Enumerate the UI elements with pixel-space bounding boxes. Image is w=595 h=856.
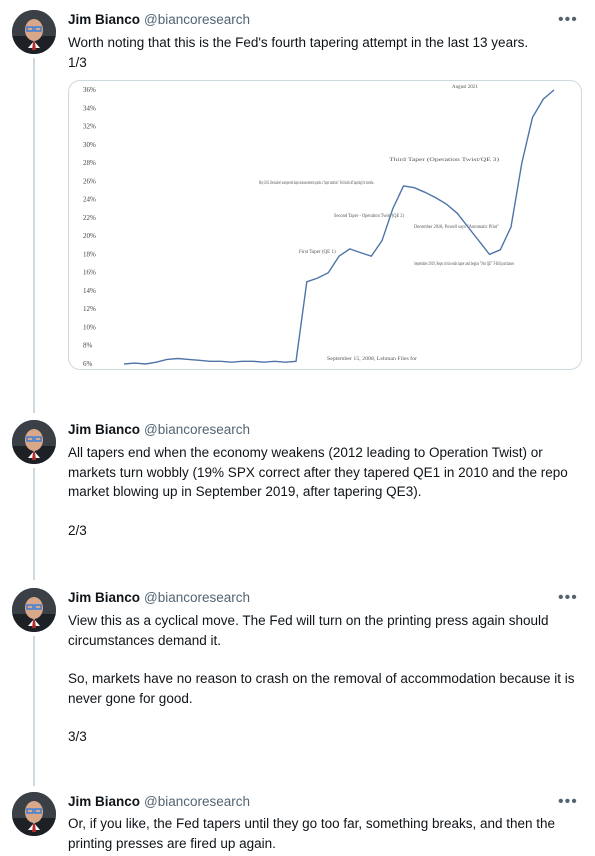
avatar-image (12, 792, 56, 836)
y-tick-label: 28% (83, 159, 96, 167)
y-tick-label: 34% (83, 104, 96, 112)
avatar-image (12, 10, 56, 54)
annotation-taper-tantrum: May 2013, Bernanke's unexpected taper an… (259, 181, 374, 186)
author-handle[interactable]: @biancoresearch (144, 590, 250, 605)
thread-count: 2/3 (68, 522, 87, 538)
more-icon[interactable]: ••• (558, 590, 578, 606)
tweet-header: Jim Bianco @biancoresearch (68, 422, 250, 437)
y-tick-label: 16% (83, 269, 96, 277)
annotation-powell: December 2018, Powell says "Automatic Pi… (414, 225, 499, 230)
annotation-august-2021: August 2021 (452, 85, 478, 90)
author-handle[interactable]: @biancoresearch (144, 12, 250, 27)
avatar[interactable] (12, 10, 56, 54)
thread-line (33, 468, 35, 580)
author-name[interactable]: Jim Bianco (68, 422, 140, 437)
y-tick-label: 22% (83, 214, 96, 222)
thread-count: 1/3 (68, 54, 87, 70)
y-tick-label: 26% (83, 177, 96, 185)
author-name[interactable]: Jim Bianco (68, 794, 140, 809)
tweet-text-line: All tapers end when the economy weakens … (68, 445, 568, 499)
avatar-image (12, 588, 56, 632)
author-name[interactable]: Jim Bianco (68, 12, 140, 27)
y-tick-label: 20% (83, 232, 96, 240)
chart-svg: 6% 8% 10% 12% 14% 16% 18% 20% 22% 24% 26% 28% 30% 32%… (83, 85, 555, 368)
tweet-header: Jim Bianco @biancoresearch (68, 590, 250, 605)
y-tick-label: 10% (83, 323, 96, 331)
more-icon[interactable]: ••• (558, 794, 578, 810)
thread-line (33, 636, 35, 786)
thread-line (33, 58, 35, 413)
tweet-header: Jim Bianco @biancoresearch (68, 12, 250, 27)
y-tick-label: 14% (83, 287, 96, 295)
tweet-text: All tapers end when the economy weakens … (68, 443, 583, 540)
y-tick-label: 18% (83, 250, 96, 258)
author-name[interactable]: Jim Bianco (68, 590, 140, 605)
tweet-text: Or, if you like, the Fed tapers until th… (68, 814, 583, 853)
annotation-second-taper: Second Taper - Operation Twist (QE 2) (334, 214, 404, 219)
y-tick-label: 6% (83, 360, 93, 368)
y-tick-label: 24% (83, 196, 96, 204)
y-tick-label: 12% (83, 305, 96, 313)
avatar[interactable] (12, 420, 56, 464)
thread-count: 3/3 (68, 729, 87, 744)
annotation-repo-crisis: September 2019, Repo crisis ends taper a… (414, 262, 514, 267)
avatar[interactable] (12, 588, 56, 632)
tweet-text-line: Or, if you like, the Fed tapers until th… (68, 816, 556, 851)
annotation-lehman: September 15, 2008, Lehman Files for (327, 357, 417, 362)
tweet-header: Jim Bianco @biancoresearch (68, 794, 250, 809)
annotation-third-taper: Third Taper (Operation Twist/QE 3) (389, 158, 500, 163)
chart-image[interactable]: 6% 8% 10% 12% 14% 16% 18% 20% 22% 24% 26% 28% 30% 32%… (68, 80, 582, 370)
y-tick-label: 8% (83, 342, 93, 350)
author-handle[interactable]: @biancoresearch (144, 422, 250, 437)
avatar-image (12, 420, 56, 464)
tweet-text: Worth noting that this is the Fed's four… (68, 33, 583, 72)
author-handle[interactable]: @biancoresearch (144, 794, 250, 809)
y-tick-label: 30% (83, 141, 96, 149)
tweet-text-line: View this as a cyclical move. The Fed wi… (68, 613, 549, 648)
avatar[interactable] (12, 792, 56, 836)
tweet-text: View this as a cyclical move. The Fed wi… (68, 611, 583, 747)
y-tick-label: 32% (83, 123, 96, 131)
more-icon[interactable]: ••• (558, 12, 578, 28)
annotation-first-taper: First Taper (QE 1) (299, 250, 336, 255)
tweet-text-line: So, markets have no reason to crash on t… (68, 671, 575, 706)
y-tick-label: 36% (83, 86, 96, 94)
tweet-text-line: Worth noting that this is the Fed's four… (68, 35, 529, 50)
